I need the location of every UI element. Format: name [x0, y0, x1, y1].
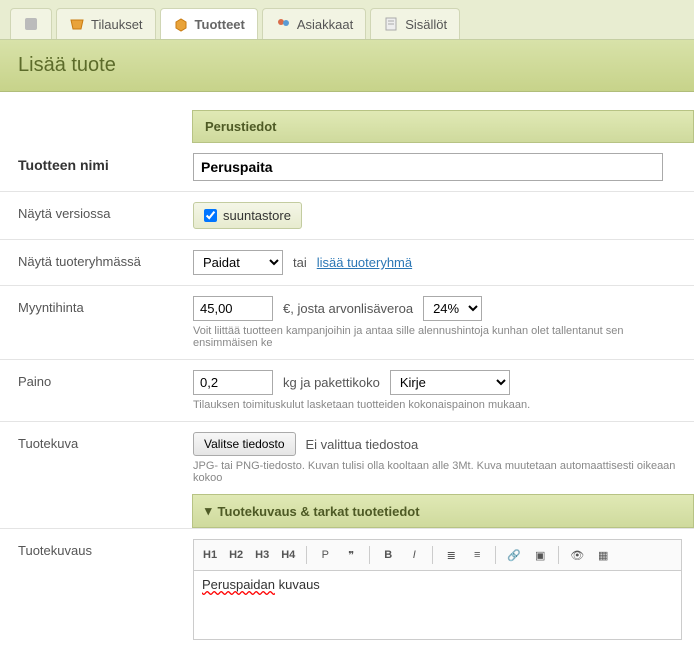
products-icon	[173, 16, 189, 32]
choose-file-button[interactable]: Valitse tiedosto	[193, 432, 296, 456]
file-status-text: Ei valittua tiedostoa	[306, 437, 419, 452]
label-product-name: Tuotteen nimi	[18, 153, 193, 173]
row-image: Tuotekuva Valitse tiedosto Ei valittua t…	[0, 421, 694, 494]
toolbar-grid[interactable]: ▦	[591, 544, 615, 566]
package-select[interactable]: Kirje	[390, 370, 510, 395]
label-weight: Paino	[18, 370, 193, 389]
product-name-input[interactable]	[193, 153, 663, 181]
tab-home[interactable]	[10, 8, 52, 39]
orders-icon	[69, 16, 85, 32]
customers-icon	[275, 16, 291, 32]
toolbar-image[interactable]: ▣	[528, 544, 552, 566]
group-select[interactable]: Paidat	[193, 250, 283, 275]
content-icon	[383, 16, 399, 32]
toolbar-h3[interactable]: H3	[250, 544, 274, 566]
tab-label: Sisällöt	[405, 17, 447, 32]
tab-label: Tilaukset	[91, 17, 143, 32]
tab-customers[interactable]: Asiakkaat	[262, 8, 366, 39]
toolbar-h1[interactable]: H1	[198, 544, 222, 566]
file-hint: JPG- tai PNG-tiedosto. Kuvan tulisi olla…	[193, 460, 682, 484]
version-checkbox[interactable]	[204, 209, 217, 222]
label-show-group: Näytä tuoteryhmässä	[18, 250, 193, 269]
price-input[interactable]	[193, 296, 273, 321]
toolbar-ol[interactable]: ≡	[465, 544, 489, 566]
tab-label: Asiakkaat	[297, 17, 353, 32]
row-description: Tuotekuvaus H1 H2 H3 H4 P ❞ B I ≣ ≡ 🔗 ▣ …	[0, 528, 694, 650]
toolbar-link[interactable]: 🔗	[502, 544, 526, 566]
vat-select[interactable]: 24%	[423, 296, 482, 321]
toolbar-p[interactable]: P	[313, 544, 337, 566]
toolbar-ul[interactable]: ≣	[439, 544, 463, 566]
price-hint: Voit liittää tuotteen kampanjoihin ja an…	[193, 325, 682, 349]
weight-unit-text: kg ja pakettikoko	[283, 375, 380, 390]
row-price: Myyntihinta €, josta arvonlisäveroa 24% …	[0, 285, 694, 359]
label-image: Tuotekuva	[18, 432, 193, 451]
label-price: Myyntihinta	[18, 296, 193, 315]
page-title-bar: Lisää tuote	[0, 40, 694, 92]
home-icon	[23, 16, 39, 32]
tab-orders[interactable]: Tilaukset	[56, 8, 156, 39]
version-checkbox-wrap[interactable]: suuntastore	[193, 202, 302, 229]
tab-products[interactable]: Tuotteet	[160, 8, 258, 39]
label-show-version: Näytä versiossa	[18, 202, 193, 221]
main-tabs: Tilaukset Tuotteet Asiakkaat Sisällöt	[0, 0, 694, 40]
collapse-icon: ▾	[205, 503, 212, 519]
row-weight: Paino kg ja pakettikoko Kirje Tilauksen …	[0, 359, 694, 421]
toolbar-h2[interactable]: H2	[224, 544, 248, 566]
label-description: Tuotekuvaus	[18, 539, 193, 558]
description-editor[interactable]: Peruspaidan kuvaus	[193, 570, 682, 640]
tab-content[interactable]: Sisällöt	[370, 8, 460, 39]
version-checkbox-label: suuntastore	[223, 208, 291, 223]
group-or-text: tai	[293, 255, 307, 270]
toolbar-h4[interactable]: H4	[276, 544, 300, 566]
page-title: Lisää tuote	[18, 54, 676, 77]
toolbar-bold[interactable]: B	[376, 544, 400, 566]
weight-input[interactable]	[193, 370, 273, 395]
section-desc-header[interactable]: ▾ Tuotekuvaus & tarkat tuotetiedot	[192, 494, 694, 528]
section-basic-header: Perustiedot	[192, 110, 694, 143]
row-product-name: Tuotteen nimi	[0, 143, 694, 191]
row-show-group: Näytä tuoteryhmässä Paidat tai lisää tuo…	[0, 239, 694, 285]
tab-label: Tuotteet	[195, 17, 245, 32]
price-unit-text: €, josta arvonlisäveroa	[283, 301, 413, 316]
toolbar-preview[interactable]: 👁	[565, 544, 589, 566]
row-show-version: Näytä versiossa suuntastore	[0, 191, 694, 239]
toolbar-quote[interactable]: ❞	[339, 544, 363, 566]
editor-toolbar: H1 H2 H3 H4 P ❞ B I ≣ ≡ 🔗 ▣ 👁 ▦	[193, 539, 682, 570]
weight-hint: Tilauksen toimituskulut lasketaan tuotte…	[193, 399, 682, 411]
add-group-link[interactable]: lisää tuoteryhmä	[317, 255, 412, 270]
toolbar-italic[interactable]: I	[402, 544, 426, 566]
